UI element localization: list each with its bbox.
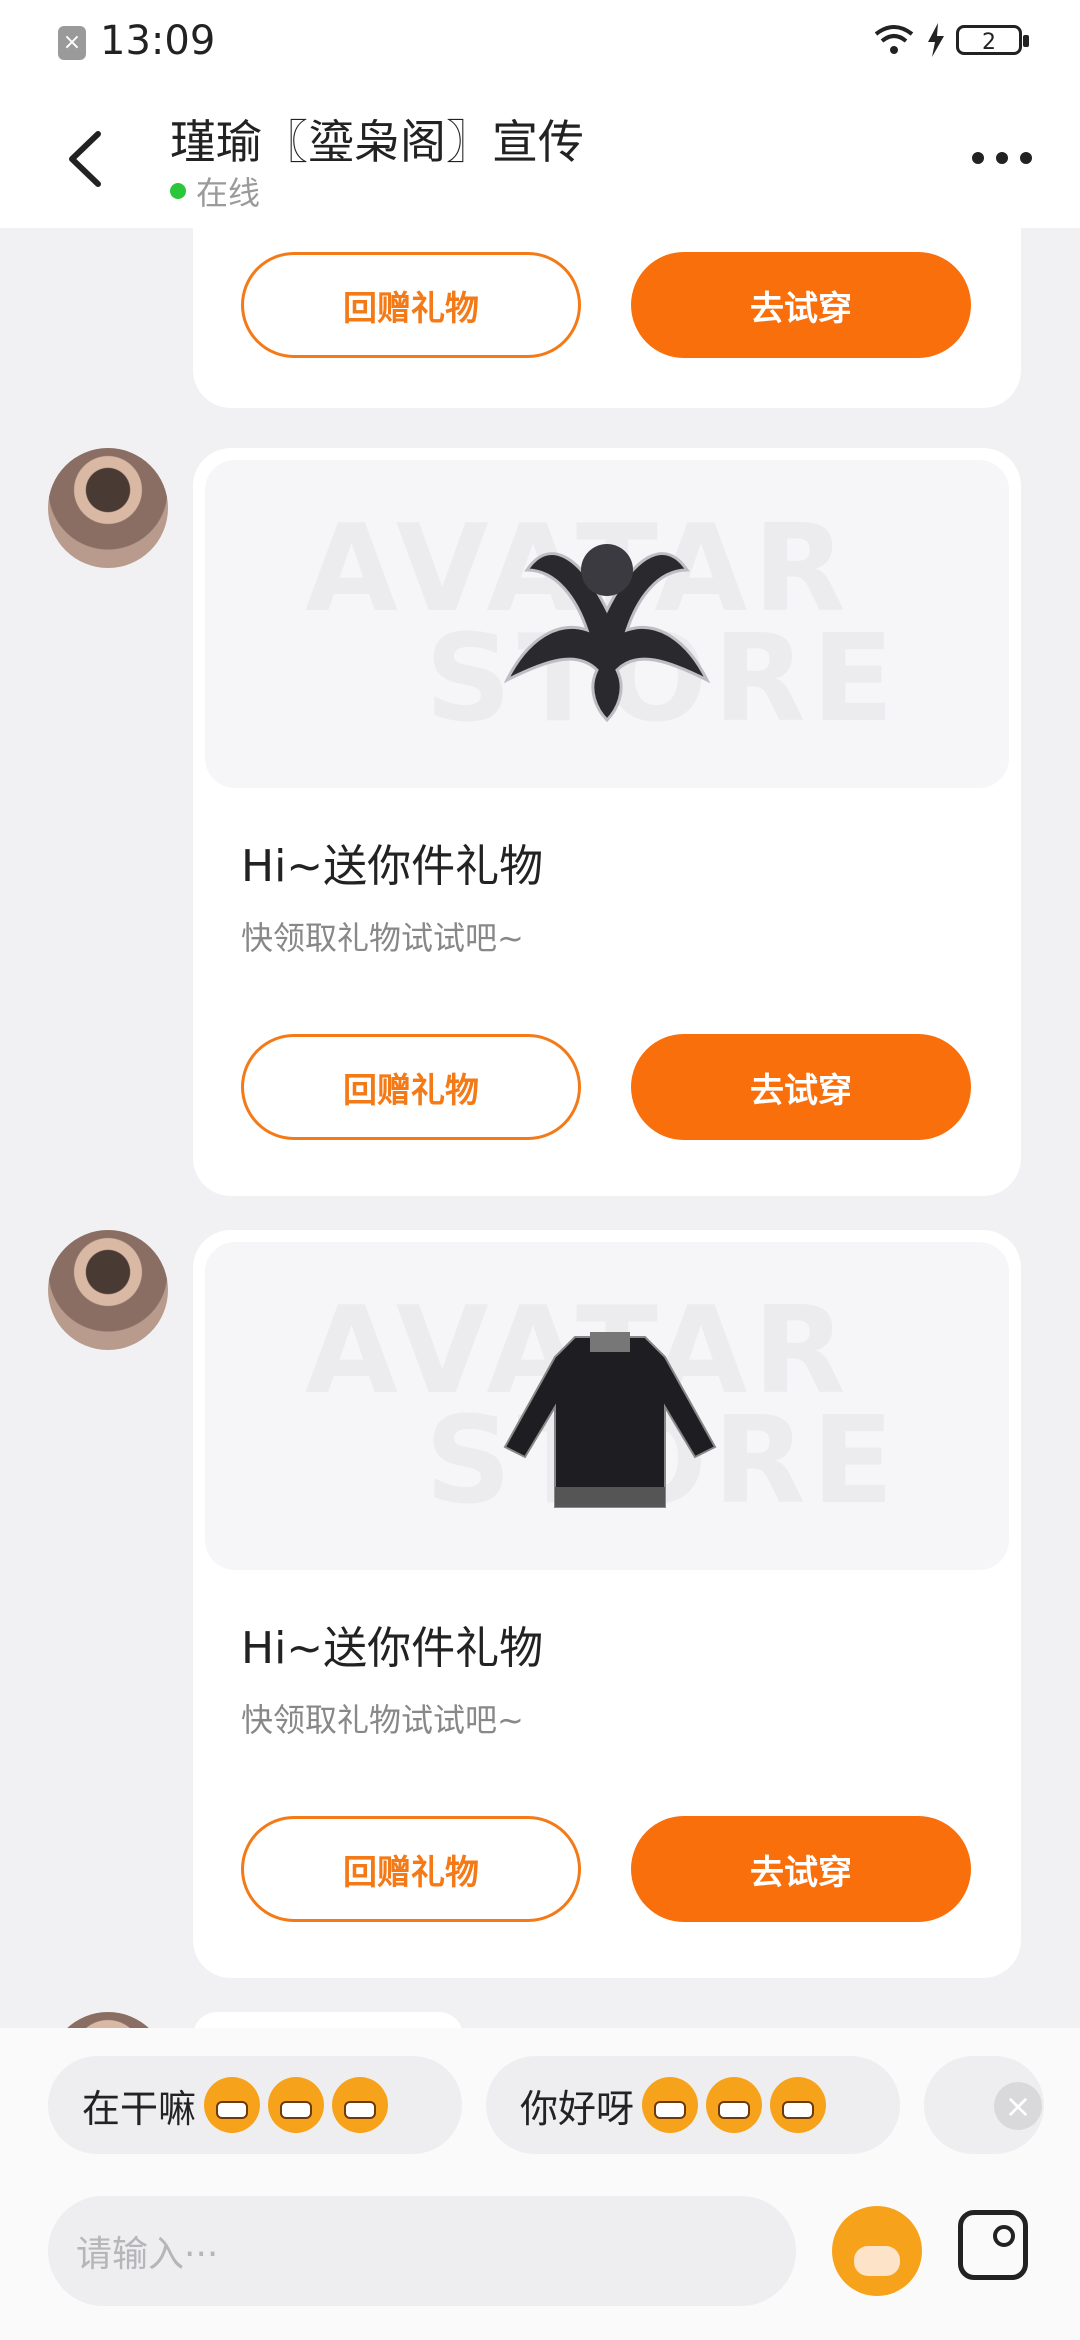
chat-messages[interactable]: 回赠礼物 去试穿 AVATAR STORE Hi~送你件礼物 快领取礼物试试吧~… [0,228,1080,2028]
gift-subtitle: 快领取礼物试试吧~ [241,919,524,957]
gift-subtitle: 快领取礼物试试吧~ [241,1701,524,1739]
status-bar: × 13:09 2 [0,0,1080,88]
sticker-icon[interactable] [832,2206,922,2296]
hoodie-image [503,1332,717,1508]
sender-avatar[interactable] [48,2012,168,2028]
message-input[interactable]: 请输入··· [48,2196,796,2306]
gift-title: Hi~送你件礼物 [241,841,544,892]
gift-message-card: 回赠礼物 去试穿 [193,228,1021,408]
online-status: 在线 [170,168,260,214]
grin-emoji-icon [332,2077,389,2133]
close-quick-replies-icon[interactable]: × [994,2082,1042,2130]
smile-emoji-icon [770,2077,827,2133]
return-gift-button[interactable]: 回赠礼物 [241,1816,581,1922]
charging-icon [928,23,944,57]
return-gift-button[interactable]: 回赠礼物 [241,1034,581,1140]
back-arrow-icon[interactable] [58,124,118,194]
grin-emoji-icon [204,2077,261,2133]
return-gift-button[interactable]: 回赠礼物 [241,252,581,358]
online-dot-icon [170,183,186,199]
chat-title: 瑾瑜〖瑬枭阁〗宣传 [170,115,584,169]
quick-reply-chip[interactable]: 你好呀 [486,2056,900,2154]
sender-avatar[interactable] [48,1230,168,1350]
hair-accessory-image [503,544,711,723]
notification-icon: × [58,26,86,60]
grin-emoji-icon [268,2077,325,2133]
gift-preview[interactable]: AVATAR STORE [205,1242,1009,1570]
sender-avatar[interactable] [48,448,168,568]
wifi-icon [874,25,914,54]
gift-message-card: AVATAR STORE Hi~送你件礼物 快领取礼物试试吧~ 回赠礼物 去试穿 [193,1230,1021,1978]
quick-reply-chip[interactable]: 在干嘛 [48,2056,462,2154]
quick-reply-text: 你好呀 [520,2086,635,2131]
gift-preview[interactable]: AVATAR STORE [205,460,1009,788]
status-time: 13:09 [100,18,216,64]
image-picker-icon[interactable] [958,2210,1028,2280]
try-on-button[interactable]: 去试穿 [631,1816,971,1922]
chat-header: 瑾瑜〖瑬枭阁〗宣传 在线 [0,88,1080,228]
try-on-button[interactable]: 去试穿 [631,252,971,358]
status-icons: 2 [872,22,1029,58]
smile-emoji-icon [642,2077,699,2133]
message-bubble [193,2012,463,2028]
smile-emoji-icon [706,2077,763,2133]
input-panel: 在干嘛 你好呀 × 请输入··· [0,2028,1080,2340]
gift-title: Hi~送你件礼物 [241,1623,544,1674]
gift-message-card: AVATAR STORE Hi~送你件礼物 快领取礼物试试吧~ 回赠礼物 去试穿 [193,448,1021,1196]
quick-reply-text: 在干嘛 [82,2086,197,2131]
battery-icon: 2 [956,25,1029,55]
online-status-label: 在线 [196,174,261,212]
try-on-button[interactable]: 去试穿 [631,1034,971,1140]
more-options-icon[interactable] [972,138,1032,178]
